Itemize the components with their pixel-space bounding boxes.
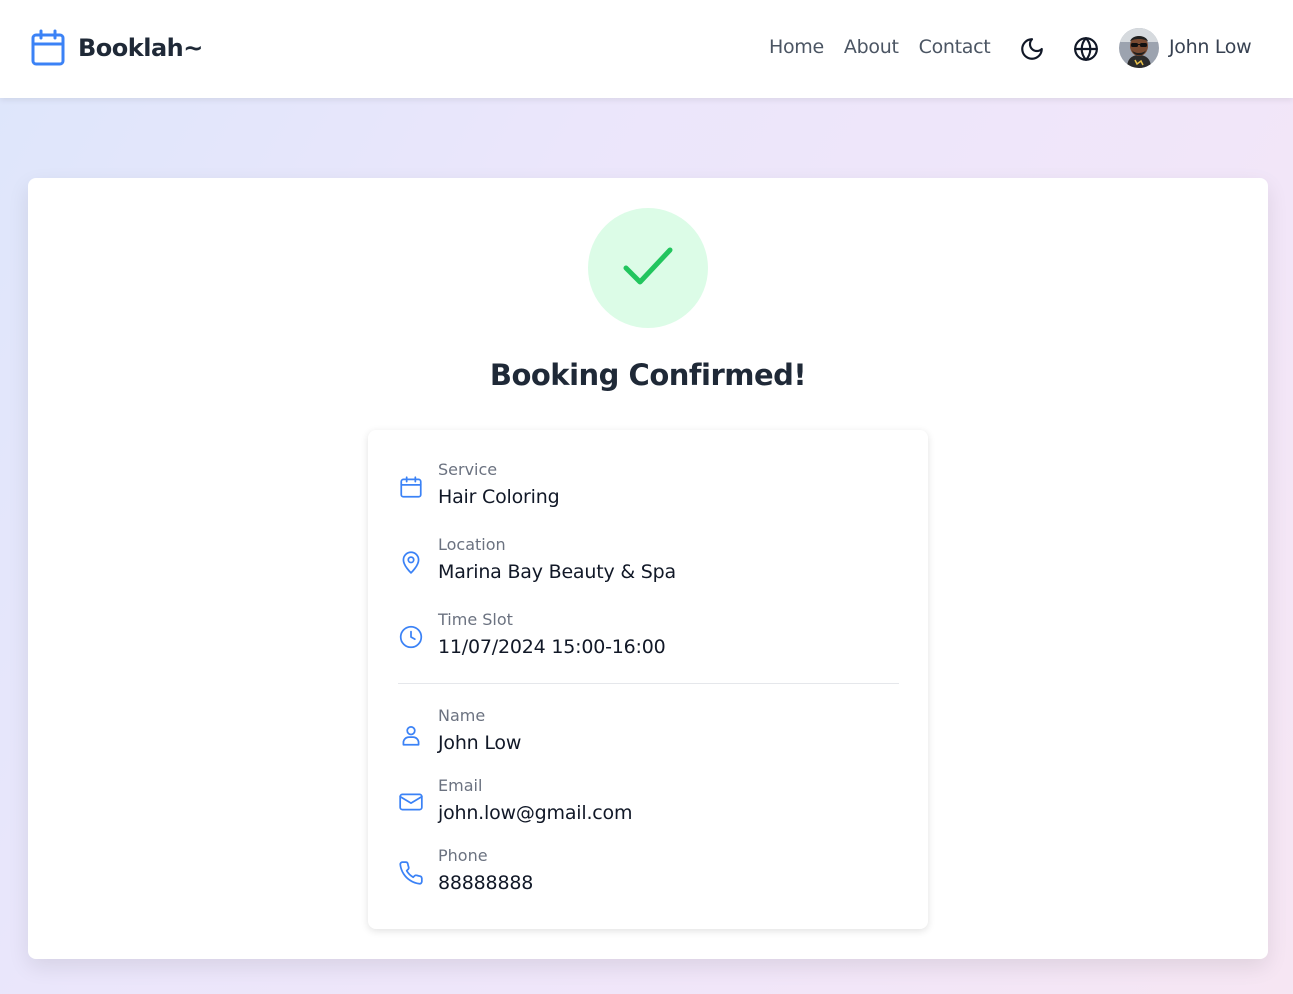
phone-icon xyxy=(399,861,423,885)
location-value: Marina Bay Beauty & Spa xyxy=(438,561,676,583)
moon-icon[interactable] xyxy=(1019,36,1045,62)
brand-logo-link[interactable]: Booklah~ xyxy=(30,29,203,67)
booking-details: Service Hair Coloring Location Marina Ba… xyxy=(368,430,928,929)
email-value: john.low@gmail.com xyxy=(438,802,633,824)
nav-link-home[interactable]: Home xyxy=(769,36,824,58)
nav-link-contact[interactable]: Contact xyxy=(919,36,991,58)
user-name[interactable]: John Low xyxy=(1169,36,1252,58)
divider xyxy=(398,683,899,684)
name-value: John Low xyxy=(438,732,522,754)
avatar-image xyxy=(1119,28,1159,68)
navbar: Booklah~ Home About Contact John Low xyxy=(0,0,1293,98)
brand-name: Booklah~ xyxy=(78,34,203,62)
user-icon xyxy=(402,726,420,746)
service-label: Service xyxy=(438,460,498,479)
location-label: Location xyxy=(438,535,506,554)
nav-links: Home About Contact xyxy=(769,36,991,58)
nav-link-about[interactable]: About xyxy=(844,36,899,58)
calendar-icon xyxy=(31,29,65,66)
phone-label: Phone xyxy=(438,846,488,865)
page-title: Booking Confirmed! xyxy=(489,358,807,392)
success-badge xyxy=(588,208,708,328)
clock-icon xyxy=(399,625,423,649)
time-slot-label: Time Slot xyxy=(438,610,513,629)
map-pin-icon xyxy=(402,551,420,574)
confirmation-card: Booking Confirmed! Service Hair Coloring… xyxy=(28,178,1268,959)
globe-icon[interactable] xyxy=(1073,36,1099,62)
email-label: Email xyxy=(438,776,483,795)
calendar-icon xyxy=(400,476,422,498)
time-slot-value: 11/07/2024 15:00-16:00 xyxy=(438,636,666,658)
mail-icon xyxy=(399,793,423,811)
service-value: Hair Coloring xyxy=(438,486,560,508)
name-label: Name xyxy=(438,706,486,725)
avatar[interactable] xyxy=(1119,28,1159,68)
check-icon xyxy=(623,247,673,285)
phone-value: 88888888 xyxy=(438,872,534,894)
